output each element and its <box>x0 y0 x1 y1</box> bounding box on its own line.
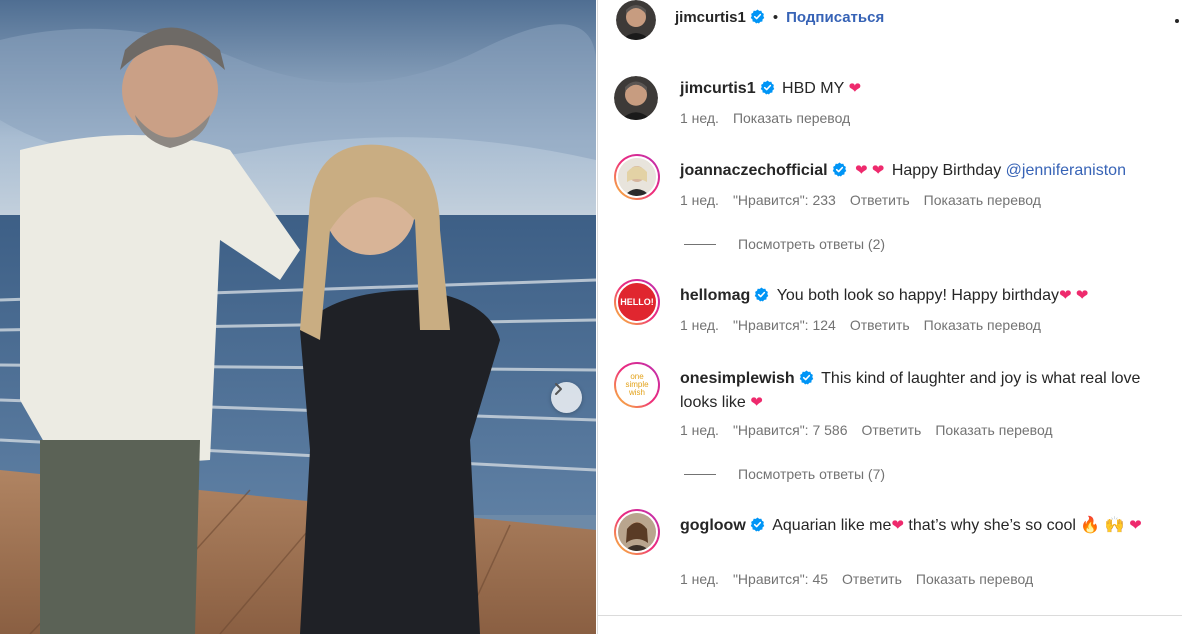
view-replies-label: Посмотреть ответы (2) <box>738 236 886 252</box>
translate-link[interactable]: Показать перевод <box>935 422 1052 438</box>
commenter-avatar[interactable]: one simple wish <box>614 362 660 408</box>
comment-username[interactable]: onesimplewish <box>680 370 795 387</box>
view-replies-button[interactable]: Посмотреть ответы (7) <box>684 466 885 482</box>
comment-time[interactable]: 1 нед. <box>680 317 719 333</box>
reply-button[interactable]: Ответить <box>861 422 921 438</box>
caption-translate-link[interactable]: Показать перевод <box>733 110 850 126</box>
translate-link[interactable]: Показать перевод <box>916 571 1033 587</box>
post-header: jimcurtis1 • Подписаться <box>598 0 1182 40</box>
caption-text: HBD MY <box>782 80 844 97</box>
heart-emoji-icon: ❤ <box>891 517 904 534</box>
caption-time[interactable]: 1 нед. <box>680 110 719 126</box>
hellomag-logo-text: HELLO! <box>620 297 654 307</box>
heart-emoji-icon: ❤ ❤ <box>1058 287 1089 304</box>
verified-badge-icon <box>754 287 769 309</box>
commenter-avatar[interactable] <box>614 509 660 555</box>
comments-panel: jimcurtis1 • Подписаться jimcurtis1 HBD MY… <box>597 0 1182 634</box>
reply-button[interactable]: Ответить <box>850 192 910 208</box>
divider <box>598 615 1182 616</box>
follow-button[interactable]: Подписаться <box>786 9 884 26</box>
more-options-icon[interactable] <box>1175 19 1179 23</box>
verified-badge-icon <box>760 80 775 102</box>
heart-emoji-icon: ❤ <box>848 80 862 97</box>
comment-meta: 1 нед. "Нравится": 45 Ответить Показать пер… <box>680 571 1047 587</box>
comment-meta: 1 нед. "Нравится": 233 Ответить Показать пе… <box>680 192 1055 208</box>
author-username[interactable]: jimcurtis1 <box>675 9 746 26</box>
comment-meta: 1 нед. "Нравится": 7 586 Ответить Показать … <box>680 422 1067 438</box>
verified-badge-icon <box>799 370 814 392</box>
next-photo-button[interactable] <box>551 382 582 413</box>
mention-link[interactable]: @jenniferaniston <box>1006 162 1126 179</box>
comment-username[interactable]: joannaczechofficial <box>680 162 828 179</box>
comment-time[interactable]: 1 нед. <box>680 422 719 438</box>
heart-emoji-icon: ❤ <box>1129 517 1142 534</box>
verified-badge-icon <box>832 162 847 184</box>
post-photo <box>0 0 596 634</box>
view-replies-label: Посмотреть ответы (7) <box>738 466 886 482</box>
separator-dot: • <box>772 9 779 26</box>
comment-username[interactable]: hellomag <box>680 287 750 304</box>
verified-badge-icon <box>750 517 765 539</box>
chevron-right-icon <box>555 383 562 395</box>
reply-button[interactable]: Ответить <box>842 571 902 587</box>
heart-emoji-icon: ❤ <box>750 394 763 411</box>
author-avatar[interactable] <box>616 0 656 40</box>
commenter-avatar[interactable]: HELLO! <box>614 279 660 325</box>
photo-scene <box>0 0 596 634</box>
comment-text-continued: that’s why she’s so cool <box>908 517 1076 534</box>
comment-likes[interactable]: "Нравится": 124 <box>733 317 836 333</box>
translate-link[interactable]: Показать перевод <box>924 192 1041 208</box>
heart-emoji-icon: ❤ ❤ <box>855 162 885 179</box>
comment-likes[interactable]: "Нравится": 7 586 <box>733 422 848 438</box>
caption-meta: 1 нед. Показать перевод <box>680 110 864 126</box>
caption-avatar[interactable] <box>614 76 658 120</box>
fire-raised-hands-emoji-icon: 🔥 🙌 <box>1080 517 1125 534</box>
replies-line <box>684 473 716 475</box>
translate-link[interactable]: Показать перевод <box>924 317 1041 333</box>
replies-line <box>684 243 716 245</box>
comment-meta: 1 нед. "Нравится": 124 Ответить Показать пе… <box>680 317 1055 333</box>
caption-username[interactable]: jimcurtis1 <box>680 80 756 97</box>
onesimplewish-logo-text: one simple wish <box>625 372 649 397</box>
comment-text: You both look so happy! Happy birthday <box>776 287 1059 304</box>
commenter-avatar[interactable] <box>614 154 660 200</box>
comment-username[interactable]: gogloow <box>680 517 746 534</box>
comment-time[interactable]: 1 нед. <box>680 192 719 208</box>
comment-likes[interactable]: "Нравится": 233 <box>733 192 836 208</box>
comment-text: Aquarian like me <box>772 517 892 534</box>
comment-text: Happy Birthday <box>891 162 1002 179</box>
verified-badge-icon <box>750 9 765 29</box>
reply-button[interactable]: Ответить <box>850 317 910 333</box>
comment-likes[interactable]: "Нравится": 45 <box>733 571 828 587</box>
comment-time[interactable]: 1 нед. <box>680 571 719 587</box>
view-replies-button[interactable]: Посмотреть ответы (2) <box>684 236 885 252</box>
